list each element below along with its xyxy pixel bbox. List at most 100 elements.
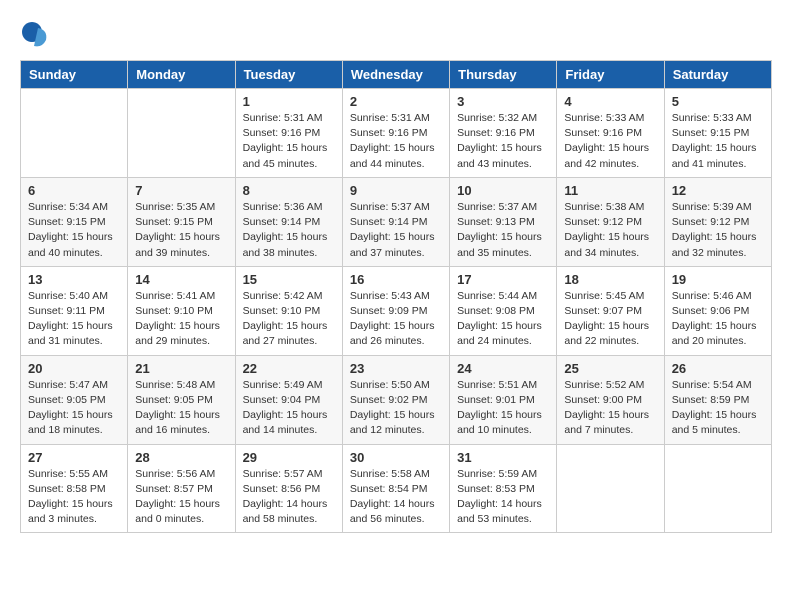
calendar-cell: 12 Sunrise: 5:39 AM Sunset: 9:12 PM Dayli… (664, 177, 771, 266)
day-number: 13 (28, 272, 120, 287)
day-number: 6 (28, 183, 120, 198)
day-info: Sunrise: 5:44 AM Sunset: 9:08 PM Dayligh… (457, 289, 549, 350)
day-info: Sunrise: 5:52 AM Sunset: 9:00 PM Dayligh… (564, 378, 656, 439)
day-header-tuesday: Tuesday (235, 61, 342, 89)
day-info: Sunrise: 5:58 AM Sunset: 8:54 PM Dayligh… (350, 467, 442, 528)
day-info: Sunrise: 5:31 AM Sunset: 9:16 PM Dayligh… (243, 111, 335, 172)
calendar-cell: 22 Sunrise: 5:49 AM Sunset: 9:04 PM Dayli… (235, 355, 342, 444)
day-number: 5 (672, 94, 764, 109)
calendar-cell: 31Sunrise: 5:59 AM Sunset: 8:53 PM Dayli… (450, 444, 557, 533)
day-info: Sunrise: 5:37 AM Sunset: 9:13 PM Dayligh… (457, 200, 549, 261)
calendar-cell: 5 Sunrise: 5:33 AM Sunset: 9:15 PM Daylig… (664, 89, 771, 178)
calendar-cell: 30 Sunrise: 5:58 AM Sunset: 8:54 PM Dayli… (342, 444, 449, 533)
day-number: 19 (672, 272, 764, 287)
day-header-saturday: Saturday (664, 61, 771, 89)
day-number: 4 (564, 94, 656, 109)
calendar-week-3: 13 Sunrise: 5:40 AM Sunset: 9:11 PM Dayli… (21, 266, 772, 355)
day-info: Sunrise: 5:48 AM Sunset: 9:05 PM Dayligh… (135, 378, 227, 439)
day-info: Sunrise: 5:49 AM Sunset: 9:04 PM Dayligh… (243, 378, 335, 439)
day-number: 15 (243, 272, 335, 287)
day-number: 2 (350, 94, 442, 109)
day-info: Sunrise: 5:34 AM Sunset: 9:15 PM Dayligh… (28, 200, 120, 261)
day-info: Sunrise: 5:40 AM Sunset: 9:11 PM Dayligh… (28, 289, 120, 350)
day-info: Sunrise: 5:42 AM Sunset: 9:10 PM Dayligh… (243, 289, 335, 350)
day-header-thursday: Thursday (450, 61, 557, 89)
day-header-sunday: Sunday (21, 61, 128, 89)
day-info: Sunrise: 5:45 AM Sunset: 9:07 PM Dayligh… (564, 289, 656, 350)
calendar-cell: 25 Sunrise: 5:52 AM Sunset: 9:00 PM Dayli… (557, 355, 664, 444)
day-number: 16 (350, 272, 442, 287)
day-info: Sunrise: 5:43 AM Sunset: 9:09 PM Dayligh… (350, 289, 442, 350)
day-number: 10 (457, 183, 549, 198)
calendar-cell: 6 Sunrise: 5:34 AM Sunset: 9:15 PM Daylig… (21, 177, 128, 266)
calendar-cell: 9Sunrise: 5:37 AM Sunset: 9:14 PM Daylig… (342, 177, 449, 266)
day-info: Sunrise: 5:50 AM Sunset: 9:02 PM Dayligh… (350, 378, 442, 439)
day-info: Sunrise: 5:31 AM Sunset: 9:16 PM Dayligh… (350, 111, 442, 172)
day-number: 1 (243, 94, 335, 109)
day-info: Sunrise: 5:32 AM Sunset: 9:16 PM Dayligh… (457, 111, 549, 172)
day-info: Sunrise: 5:38 AM Sunset: 9:12 PM Dayligh… (564, 200, 656, 261)
calendar-cell: 16 Sunrise: 5:43 AM Sunset: 9:09 PM Dayli… (342, 266, 449, 355)
day-header-monday: Monday (128, 61, 235, 89)
day-number: 11 (564, 183, 656, 198)
calendar-cell: 8 Sunrise: 5:36 AM Sunset: 9:14 PM Daylig… (235, 177, 342, 266)
calendar-cell: 20 Sunrise: 5:47 AM Sunset: 9:05 PM Dayli… (21, 355, 128, 444)
calendar-cell: 7 Sunrise: 5:35 AM Sunset: 9:15 PM Daylig… (128, 177, 235, 266)
day-info: Sunrise: 5:57 AM Sunset: 8:56 PM Dayligh… (243, 467, 335, 528)
calendar-cell: 2 Sunrise: 5:31 AM Sunset: 9:16 PM Daylig… (342, 89, 449, 178)
day-info: Sunrise: 5:36 AM Sunset: 9:14 PM Dayligh… (243, 200, 335, 261)
day-header-friday: Friday (557, 61, 664, 89)
calendar-header-row: SundayMondayTuesdayWednesdayThursdayFrid… (21, 61, 772, 89)
day-number: 20 (28, 361, 120, 376)
day-info: Sunrise: 5:35 AM Sunset: 9:15 PM Dayligh… (135, 200, 227, 261)
calendar-cell: 18 Sunrise: 5:45 AM Sunset: 9:07 PM Dayli… (557, 266, 664, 355)
day-number: 8 (243, 183, 335, 198)
day-info: Sunrise: 5:33 AM Sunset: 9:16 PM Dayligh… (564, 111, 656, 172)
day-header-wednesday: Wednesday (342, 61, 449, 89)
day-number: 25 (564, 361, 656, 376)
calendar-week-5: 27 Sunrise: 5:55 AM Sunset: 8:58 PM Dayli… (21, 444, 772, 533)
day-number: 17 (457, 272, 549, 287)
calendar-cell: 15 Sunrise: 5:42 AM Sunset: 9:10 PM Dayli… (235, 266, 342, 355)
calendar-table: SundayMondayTuesdayWednesdayThursdayFrid… (20, 60, 772, 533)
logo-icon (20, 20, 50, 50)
day-info: Sunrise: 5:46 AM Sunset: 9:06 PM Dayligh… (672, 289, 764, 350)
day-number: 30 (350, 450, 442, 465)
day-info: Sunrise: 5:56 AM Sunset: 8:57 PM Dayligh… (135, 467, 227, 528)
calendar-cell: 11 Sunrise: 5:38 AM Sunset: 9:12 PM Dayli… (557, 177, 664, 266)
day-number: 24 (457, 361, 549, 376)
day-number: 3 (457, 94, 549, 109)
day-info: Sunrise: 5:59 AM Sunset: 8:53 PM Dayligh… (457, 467, 549, 528)
calendar-cell (557, 444, 664, 533)
day-info: Sunrise: 5:54 AM Sunset: 8:59 PM Dayligh… (672, 378, 764, 439)
calendar-week-1: 1 Sunrise: 5:31 AM Sunset: 9:16 PM Daylig… (21, 89, 772, 178)
day-number: 18 (564, 272, 656, 287)
day-number: 7 (135, 183, 227, 198)
day-info: Sunrise: 5:37 AM Sunset: 9:14 PM Dayligh… (350, 200, 442, 261)
calendar-cell (128, 89, 235, 178)
day-info: Sunrise: 5:33 AM Sunset: 9:15 PM Dayligh… (672, 111, 764, 172)
day-info: Sunrise: 5:47 AM Sunset: 9:05 PM Dayligh… (28, 378, 120, 439)
day-number: 27 (28, 450, 120, 465)
day-info: Sunrise: 5:51 AM Sunset: 9:01 PM Dayligh… (457, 378, 549, 439)
day-number: 26 (672, 361, 764, 376)
day-number: 14 (135, 272, 227, 287)
day-number: 22 (243, 361, 335, 376)
logo (20, 20, 54, 50)
day-info: Sunrise: 5:41 AM Sunset: 9:10 PM Dayligh… (135, 289, 227, 350)
day-info: Sunrise: 5:39 AM Sunset: 9:12 PM Dayligh… (672, 200, 764, 261)
calendar-cell (664, 444, 771, 533)
calendar-cell: 10 Sunrise: 5:37 AM Sunset: 9:13 PM Dayli… (450, 177, 557, 266)
calendar-cell: 27 Sunrise: 5:55 AM Sunset: 8:58 PM Dayli… (21, 444, 128, 533)
day-number: 29 (243, 450, 335, 465)
calendar-cell: 19 Sunrise: 5:46 AM Sunset: 9:06 PM Dayli… (664, 266, 771, 355)
calendar-cell: 3 Sunrise: 5:32 AM Sunset: 9:16 PM Daylig… (450, 89, 557, 178)
calendar-cell: 4 Sunrise: 5:33 AM Sunset: 9:16 PM Daylig… (557, 89, 664, 178)
calendar-cell: 21 Sunrise: 5:48 AM Sunset: 9:05 PM Dayli… (128, 355, 235, 444)
calendar-cell (21, 89, 128, 178)
day-number: 12 (672, 183, 764, 198)
day-number: 21 (135, 361, 227, 376)
calendar-week-2: 6 Sunrise: 5:34 AM Sunset: 9:15 PM Daylig… (21, 177, 772, 266)
day-info: Sunrise: 5:55 AM Sunset: 8:58 PM Dayligh… (28, 467, 120, 528)
calendar-week-4: 20 Sunrise: 5:47 AM Sunset: 9:05 PM Dayli… (21, 355, 772, 444)
